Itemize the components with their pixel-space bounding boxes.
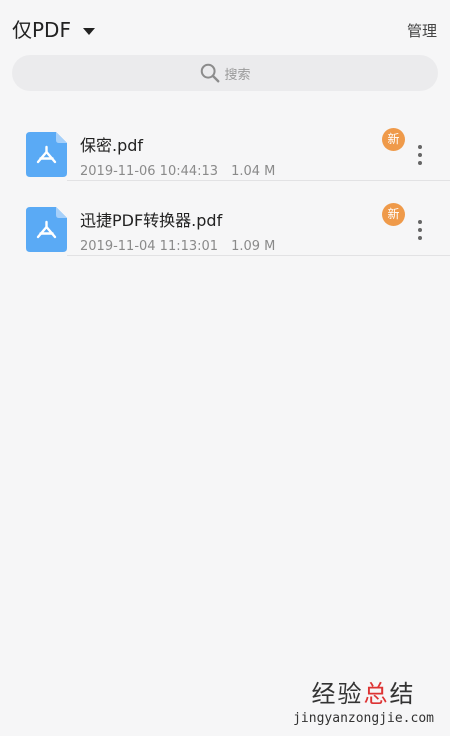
search-content: 搜索 <box>199 62 251 84</box>
pdf-file-icon <box>26 132 67 177</box>
file-row[interactable]: 保密.pdf 2019-11-06 10:44:13 1.04 M 新 <box>0 106 450 181</box>
file-name: 保密.pdf <box>80 136 144 155</box>
watermark-url: jingyanzongjie.com <box>293 711 434 726</box>
divider <box>67 255 450 256</box>
more-vertical-icon[interactable] <box>410 142 430 168</box>
file-size: 1.04 M <box>231 164 276 179</box>
file-type-filter[interactable]: 仅PDF <box>12 16 95 44</box>
search-bar[interactable]: 搜索 <box>12 55 438 91</box>
filter-label: 仅PDF <box>12 18 71 42</box>
file-date: 2019-11-06 10:44:13 <box>80 164 219 179</box>
watermark-text: 经验总结 <box>311 680 416 708</box>
file-size: 1.09 M <box>231 239 276 254</box>
file-meta: 2019-11-04 11:13:01 1.09 M <box>80 239 275 254</box>
new-badge: 新 <box>382 203 405 226</box>
search-icon <box>201 63 220 83</box>
file-name: 迅捷PDF转换器.pdf <box>80 211 223 230</box>
more-vertical-icon[interactable] <box>410 217 430 243</box>
search-placeholder: 搜索 <box>224 67 251 83</box>
file-date: 2019-11-04 11:13:01 <box>80 239 219 254</box>
caret-down-icon <box>82 27 95 35</box>
header: 仅PDF 管理 <box>0 0 450 56</box>
file-row[interactable]: 迅捷PDF转换器.pdf 2019-11-04 11:13:01 1.09 M 新 <box>0 181 450 256</box>
manage-button[interactable]: 管理 <box>407 20 437 41</box>
watermark-logo: 经验总结 jingyanzongjie.com <box>293 674 434 726</box>
pdf-file-icon <box>26 207 67 252</box>
file-list: 保密.pdf 2019-11-06 10:44:13 1.04 M 新 迅捷PDF… <box>0 106 450 256</box>
file-meta: 2019-11-06 10:44:13 1.04 M <box>80 164 275 179</box>
new-badge: 新 <box>382 128 405 151</box>
